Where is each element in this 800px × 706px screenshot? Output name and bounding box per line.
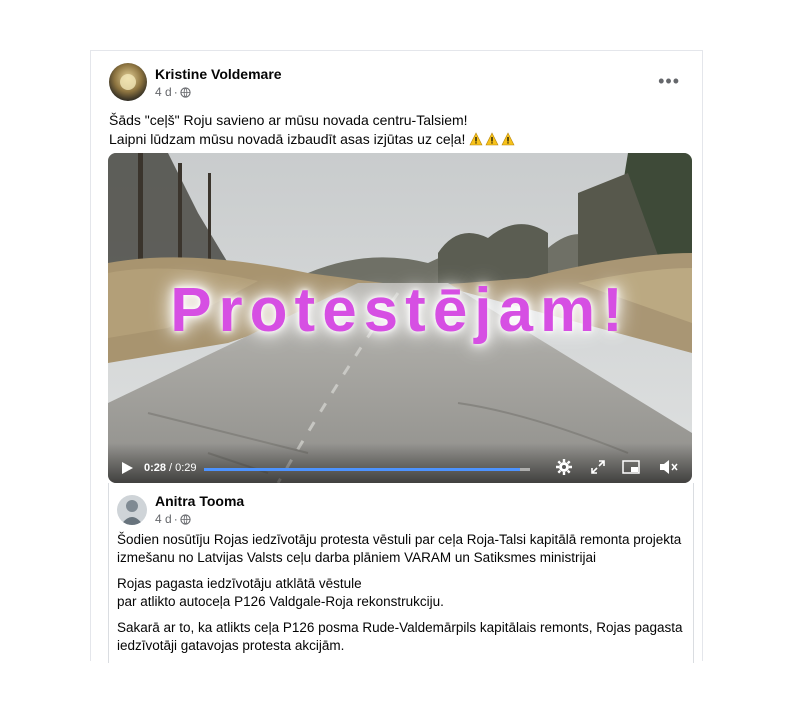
gear-icon[interactable] <box>556 459 572 475</box>
shared-post-time[interactable]: 4 d <box>155 512 172 526</box>
more-options-button[interactable]: ••• <box>658 71 680 92</box>
post-line-2: Laipni lūdzam mūsu novadā izbaudīt asas … <box>109 131 466 147</box>
shared-author-avatar[interactable] <box>117 495 147 525</box>
globe-icon <box>180 513 191 525</box>
shared-line: izmešanu no Latvijas Valsts ceļu darba p… <box>117 550 596 565</box>
mute-icon[interactable] <box>659 459 679 475</box>
progress-bar[interactable] <box>204 468 530 471</box>
current-time: 0:28 <box>144 462 167 474</box>
globe-icon <box>180 86 191 98</box>
post-line-2-wrap: Laipni lūdzam mūsu novadā izbaudīt asas … <box>109 130 517 149</box>
warning-icon <box>469 132 515 146</box>
post-time[interactable]: 4 d <box>155 85 172 99</box>
pip-icon[interactable] <box>622 459 640 475</box>
shared-para-1: Šodien nosūtīju Rojas iedzīvotāju protes… <box>117 531 687 567</box>
shared-author-name[interactable]: Anitra Tooma <box>155 493 244 509</box>
video-player[interactable]: Protestējam! 0:28 / 0:29 <box>108 153 692 483</box>
shared-line: iedzīvotāji gatavojas protesta akcijām. <box>117 638 345 653</box>
post-meta: 4 d · <box>155 85 191 99</box>
author-avatar[interactable] <box>109 63 147 101</box>
shared-line: Rojas pagasta iedzīvotāju atklātā vēstul… <box>117 576 362 591</box>
post-card: Kristine Voldemare 4 d · ••• Šāds "ceļš"… <box>90 50 703 663</box>
shared-line: Sakarā ar to, ka atlikts ceļa P126 posma… <box>117 620 683 635</box>
protest-overlay-text: Protestējam! <box>170 276 630 345</box>
video-controls: 0:28 / 0:29 <box>108 443 692 483</box>
fullscreen-icon[interactable] <box>590 459 606 475</box>
post-line-1: Šāds "ceļš" Roju savieno ar mūsu novada … <box>109 112 468 128</box>
shared-line: par atlikto autoceļa P126 Valdgale-Roja … <box>117 594 444 609</box>
shared-para-2: Rojas pagasta iedzīvotāju atklātā vēstul… <box>117 575 687 611</box>
author-name[interactable]: Kristine Voldemare <box>155 66 282 82</box>
shared-post-text: Šodien nosūtīju Rojas iedzīvotāju protes… <box>117 531 687 655</box>
shared-para-3: Sakarā ar to, ka atlikts ceļa P126 posma… <box>117 619 687 655</box>
progress-fill <box>204 468 521 471</box>
post-text: Šāds "ceļš" Roju savieno ar mūsu novada … <box>109 111 517 149</box>
shared-post: Anitra Tooma 4 d · Šodien nosūtīju Rojas… <box>108 483 694 663</box>
shared-post-meta: 4 d · <box>155 512 191 526</box>
duration: / 0:29 <box>169 462 197 474</box>
play-icon[interactable] <box>120 461 134 475</box>
shared-line: Šodien nosūtīju Rojas iedzīvotāju protes… <box>117 532 682 547</box>
